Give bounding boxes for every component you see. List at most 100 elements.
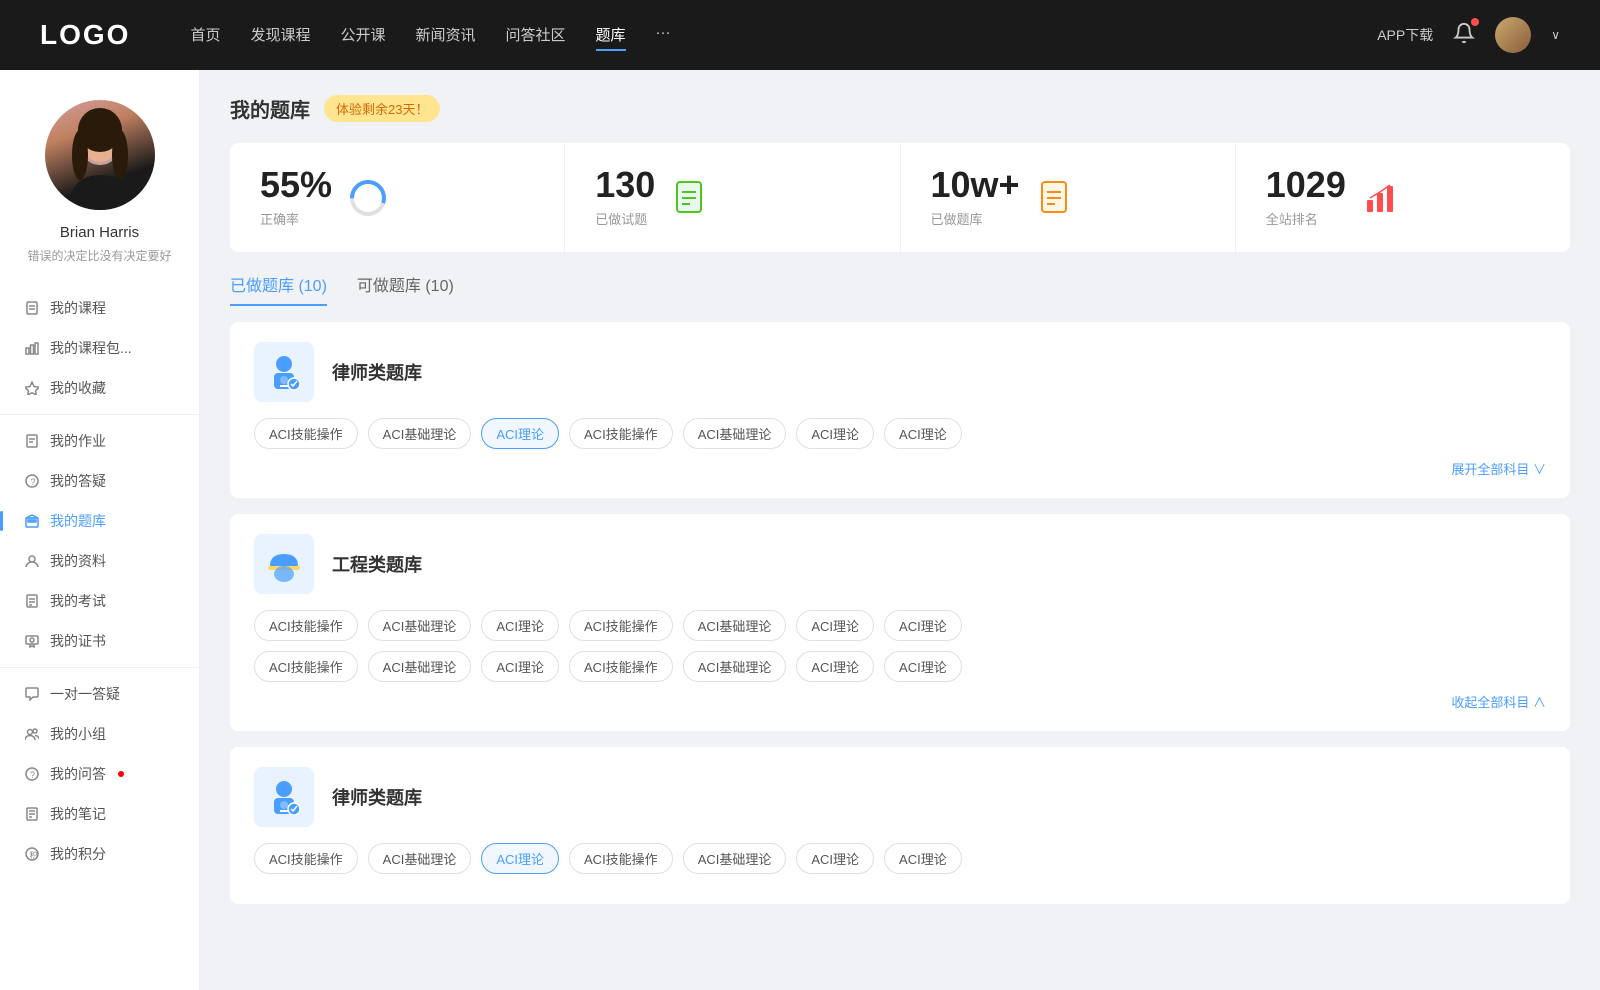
qbank-header-1: 工程类题库 <box>254 534 1546 594</box>
assignment-icon <box>24 433 40 449</box>
tag-0-3[interactable]: ACI技能操作 <box>569 418 673 449</box>
user-avatar-nav[interactable] <box>1495 17 1531 53</box>
pie-chart-svg <box>348 178 388 218</box>
qbank-header-0: 律师类题库 <box>254 342 1546 402</box>
tag-1-r2-3[interactable]: ACI技能操作 <box>569 651 673 682</box>
tag-1-r2-5[interactable]: ACI理论 <box>796 651 874 682</box>
chat-icon <box>24 686 40 702</box>
sidebar-item-exam[interactable]: 我的考试 <box>0 581 199 621</box>
sidebar-item-course[interactable]: 我的课程 <box>0 288 199 328</box>
tag-2-3[interactable]: ACI技能操作 <box>569 843 673 874</box>
svg-text:?: ? <box>30 770 35 780</box>
tag-0-2[interactable]: ACI理论 <box>481 418 559 449</box>
qbank-section-1: 工程类题库 ACI技能操作 ACI基础理论 ACI理论 ACI技能操作 ACI基… <box>230 514 1570 731</box>
doc-icon <box>24 593 40 609</box>
user-avatar <box>45 100 155 210</box>
sidebar-item-qna[interactable]: ? 我的答疑 <box>0 461 199 501</box>
logo[interactable]: LOGO <box>40 19 130 51</box>
page-title: 我的题库 <box>230 94 310 123</box>
page-header: 我的题库 体验剩余23天！ <box>230 94 1570 123</box>
tag-1-1[interactable]: ACI基础理论 <box>368 610 472 641</box>
tag-2-2[interactable]: ACI理论 <box>481 843 559 874</box>
nav-open-course[interactable]: 公开课 <box>340 20 385 51</box>
sidebar-item-1on1[interactable]: 一对一答疑 <box>0 674 199 714</box>
sidebar-item-bank[interactable]: 我的题库 <box>0 501 199 541</box>
sidebar-item-profile[interactable]: 我的资料 <box>0 541 199 581</box>
qbank-header-2: 律师类题库 <box>254 767 1546 827</box>
qa-unread-dot <box>118 771 124 777</box>
sidebar-username: Brian Harris <box>60 224 139 241</box>
group-icon <box>24 726 40 742</box>
tag-1-2[interactable]: ACI理论 <box>481 610 559 641</box>
tag-1-3[interactable]: ACI技能操作 <box>569 610 673 641</box>
tag-1-r2-0[interactable]: ACI技能操作 <box>254 651 358 682</box>
lawyer-icon-2 <box>254 767 314 827</box>
cert-icon <box>24 633 40 649</box>
tag-2-6[interactable]: ACI理论 <box>884 843 962 874</box>
tags-row-1-second: ACI技能操作 ACI基础理论 ACI理论 ACI技能操作 ACI基础理论 AC… <box>254 651 1546 682</box>
nav-bank[interactable]: 题库 <box>596 20 626 51</box>
nav-more[interactable]: ··· <box>656 20 671 51</box>
tab-available-banks[interactable]: 可做题库 (10) <box>357 272 454 306</box>
tag-1-5[interactable]: ACI理论 <box>796 610 874 641</box>
section-1-footer[interactable]: 收起全部科目 ∧ <box>254 692 1546 711</box>
note-icon <box>24 806 40 822</box>
tabs-wrap: 已做题库 (10) 可做题库 (10) <box>230 272 1570 306</box>
tab-done-banks[interactable]: 已做题库 (10) <box>230 272 327 306</box>
notification-bell[interactable] <box>1453 22 1475 49</box>
stat-correct-value: 55% <box>260 167 332 203</box>
tag-1-0[interactable]: ACI技能操作 <box>254 610 358 641</box>
sidebar-item-my-qa[interactable]: ? 我的问答 <box>0 754 199 794</box>
nav-home[interactable]: 首页 <box>190 20 220 51</box>
nav-discover[interactable]: 发现课程 <box>250 20 310 51</box>
nav-news[interactable]: 新闻资讯 <box>416 20 476 51</box>
tag-1-r2-2[interactable]: ACI理论 <box>481 651 559 682</box>
tags-row-0: ACI技能操作 ACI基础理论 ACI理论 ACI技能操作 ACI基础理论 AC… <box>254 418 1546 449</box>
tag-0-0[interactable]: ACI技能操作 <box>254 418 358 449</box>
doc-orange-svg <box>1038 180 1074 216</box>
pie-chart-icon <box>348 178 388 218</box>
qa-icon: ? <box>24 766 40 782</box>
svg-text:?: ? <box>31 477 36 487</box>
user-dropdown-arrow[interactable]: ∨ <box>1551 28 1560 42</box>
tag-1-r2-4[interactable]: ACI基础理论 <box>683 651 787 682</box>
nav-qa[interactable]: 问答社区 <box>506 20 566 51</box>
stat-done-q-label: 已做试题 <box>595 209 655 228</box>
tag-0-1[interactable]: ACI基础理论 <box>368 418 472 449</box>
tag-2-0[interactable]: ACI技能操作 <box>254 843 358 874</box>
doc-green-svg <box>673 180 709 216</box>
sidebar-item-course-pack[interactable]: 我的课程包... <box>0 328 199 368</box>
tag-0-6[interactable]: ACI理论 <box>884 418 962 449</box>
tag-1-r2-1[interactable]: ACI基础理论 <box>368 651 472 682</box>
main-layout: Brian Harris 错误的决定比没有决定要好 我的课程 我的课程包... <box>0 70 1600 990</box>
tag-1-r2-6[interactable]: ACI理论 <box>884 651 962 682</box>
tag-0-5[interactable]: ACI理论 <box>796 418 874 449</box>
stat-done-b-value: 10w+ <box>931 167 1020 203</box>
stat-rank: 1029 全站排名 <box>1236 143 1570 252</box>
question-circle-icon: ? <box>24 473 40 489</box>
sidebar-item-favorites[interactable]: 我的收藏 <box>0 368 199 408</box>
bank-icon <box>24 513 40 529</box>
sidebar-item-group[interactable]: 我的小组 <box>0 714 199 754</box>
stat-done-q-value: 130 <box>595 167 655 203</box>
section-0-footer[interactable]: 展开全部科目 ∨ <box>254 459 1546 478</box>
divider-1 <box>0 414 199 415</box>
sidebar-item-points[interactable]: 积 我的积分 <box>0 834 199 874</box>
qbank-section-2: 律师类题库 ACI技能操作 ACI基础理论 ACI理论 ACI技能操作 ACI基… <box>230 747 1570 904</box>
sidebar-item-cert[interactable]: 我的证书 <box>0 621 199 661</box>
sidebar-item-homework[interactable]: 我的作业 <box>0 421 199 461</box>
tags-row-1-first: ACI技能操作 ACI基础理论 ACI理论 ACI技能操作 ACI基础理论 AC… <box>254 610 1546 641</box>
tag-0-4[interactable]: ACI基础理论 <box>683 418 787 449</box>
tag-2-5[interactable]: ACI理论 <box>796 843 874 874</box>
sidebar-item-notes[interactable]: 我的笔记 <box>0 794 199 834</box>
tag-2-4[interactable]: ACI基础理论 <box>683 843 787 874</box>
sidebar: Brian Harris 错误的决定比没有决定要好 我的课程 我的课程包... <box>0 70 200 990</box>
engineer-icon-1 <box>254 534 314 594</box>
tag-2-1[interactable]: ACI基础理论 <box>368 843 472 874</box>
app-download-button[interactable]: APP下载 <box>1377 25 1433 45</box>
tag-1-4[interactable]: ACI基础理论 <box>683 610 787 641</box>
people-icon <box>24 553 40 569</box>
tag-1-6[interactable]: ACI理论 <box>884 610 962 641</box>
nav-menu: 首页 发现课程 公开课 新闻资讯 问答社区 题库 ··· <box>190 20 1337 51</box>
avatar-image <box>45 100 155 210</box>
